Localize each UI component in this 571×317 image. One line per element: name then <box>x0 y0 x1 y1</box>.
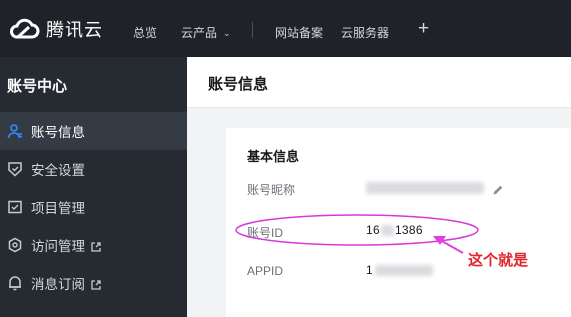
sidebar-item-security[interactable]: 安全设置 <box>0 150 187 188</box>
appid-start: 1 <box>366 263 373 277</box>
account-id-end: 1386 <box>394 223 423 237</box>
redacted-account-id <box>380 225 394 237</box>
card-title: 基本信息 <box>247 149 300 164</box>
page-header: 账号信息 <box>187 57 571 108</box>
nav-cvm[interactable]: 云服务器 <box>341 24 389 41</box>
nav-divider <box>252 22 253 38</box>
sidebar-item-label: 访问管理 <box>31 239 85 254</box>
gear-icon <box>7 237 23 253</box>
bell-icon <box>7 275 23 291</box>
nickname-label: 账号昵称 <box>247 183 296 197</box>
edit-pencil-icon[interactable] <box>492 183 504 201</box>
page-title: 账号信息 <box>208 76 269 93</box>
sidebar: 账号中心 账号信息 安全设置 项目管理 访问管理 消息订阅 <box>0 57 187 317</box>
shield-icon <box>7 161 23 177</box>
user-icon <box>7 123 23 139</box>
sidebar-item-label: 安全设置 <box>31 163 85 178</box>
basic-info-card: 基本信息 账号昵称 账号ID 16 1386 APPID 1 <box>226 128 571 317</box>
external-link-icon <box>91 240 101 252</box>
redacted-appid <box>374 265 433 277</box>
nav-icp[interactable]: 网站备案 <box>275 24 323 41</box>
sidebar-title: 账号中心 <box>7 78 68 95</box>
redacted-nickname <box>366 181 484 194</box>
external-link-icon <box>91 278 101 290</box>
sidebar-item-label: 消息订阅 <box>31 277 85 292</box>
folder-icon <box>7 199 23 215</box>
sidebar-item-subscriptions[interactable]: 消息订阅 <box>0 264 187 302</box>
account-id-value: 16 1386 <box>366 223 423 237</box>
nav-products-label: 云产品 <box>181 26 218 40</box>
nickname-value <box>366 180 484 194</box>
sidebar-item-label: 项目管理 <box>31 201 85 216</box>
top-bar: 腾讯云 总览 云产品 ⌄ 网站备案 云服务器 + <box>0 0 571 57</box>
nav-products[interactable]: 云产品 ⌄ <box>181 24 231 41</box>
sidebar-item-projects[interactable]: 项目管理 <box>0 188 187 226</box>
add-shortcut-icon[interactable]: + <box>418 19 429 38</box>
sidebar-item-account-info[interactable]: 账号信息 <box>0 112 187 150</box>
chevron-down-icon: ⌄ <box>223 28 231 38</box>
account-id-start: 16 <box>366 223 380 237</box>
account-id-label: 账号ID <box>247 226 284 240</box>
annotation-text: 这个就是 <box>468 252 529 269</box>
appid-value: 1 <box>366 263 433 277</box>
brand-name: 腾讯云 <box>46 19 103 40</box>
cloud-logo-icon <box>8 18 40 40</box>
appid-label: APPID <box>247 264 284 278</box>
brand-logo[interactable]: 腾讯云 <box>8 0 103 57</box>
sidebar-item-access[interactable]: 访问管理 <box>0 226 187 264</box>
sidebar-item-label: 账号信息 <box>31 125 85 140</box>
nav-overview[interactable]: 总览 <box>133 24 157 41</box>
